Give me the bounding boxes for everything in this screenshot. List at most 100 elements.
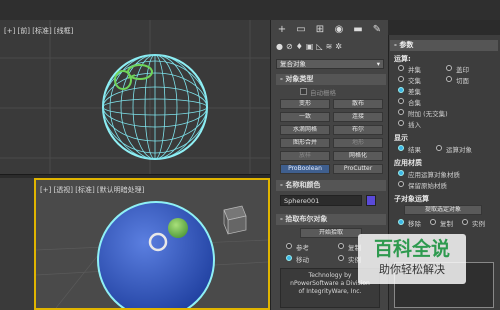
hierarchy-tab-icon[interactable]: ⊞ bbox=[314, 24, 326, 36]
light-icon[interactable]: ♦ bbox=[296, 42, 306, 51]
front-grid bbox=[0, 20, 270, 174]
front-viewport-label[interactable]: [+] [前] [标准] [线框] bbox=[4, 26, 73, 36]
create-tab-icon[interactable]: + bbox=[276, 24, 288, 36]
left-viewport[interactable] bbox=[0, 178, 34, 310]
shaded-sphere bbox=[97, 201, 215, 308]
green-sphere bbox=[168, 218, 188, 238]
union-radio[interactable] bbox=[398, 65, 404, 71]
merge-label: 合集 bbox=[408, 99, 421, 107]
watermark-subtitle: 助你轻松解决 bbox=[379, 263, 445, 276]
blobmesh-button[interactable]: 水滴网格 bbox=[280, 125, 330, 135]
copy-radio[interactable] bbox=[338, 243, 344, 249]
camera-icon[interactable]: ▣ bbox=[306, 42, 317, 51]
autogrid-label: 自动栅格 bbox=[310, 89, 336, 97]
category-dropdown-value: 复合对象 bbox=[280, 60, 306, 68]
conform-button[interactable]: 一致 bbox=[280, 112, 330, 122]
insert-label: 插入 bbox=[408, 121, 421, 129]
apply-operand-material-radio[interactable] bbox=[398, 170, 404, 176]
retain-material-radio[interactable] bbox=[398, 181, 404, 187]
credit-line-3: of IntegrityWare, Inc. bbox=[298, 288, 362, 295]
operands-label: 运算对象 bbox=[446, 146, 472, 154]
procutter-button[interactable]: ProCutter bbox=[333, 164, 383, 174]
instance-sub-radio[interactable] bbox=[462, 219, 468, 225]
chevron-down-icon: ▾ bbox=[376, 60, 380, 68]
attach-label: 附加 (无交集) bbox=[408, 110, 448, 118]
category-dropdown[interactable]: 复合对象 ▾ bbox=[276, 59, 384, 69]
display-label: 显示 bbox=[394, 134, 408, 142]
reference-radio[interactable] bbox=[286, 243, 292, 249]
modify-tab-icon[interactable]: ▭ bbox=[295, 24, 307, 36]
copy-sub-label: 复制 bbox=[440, 220, 453, 228]
utilities-tab-icon[interactable]: ✎ bbox=[371, 24, 383, 36]
parameters-title: 参数 bbox=[399, 41, 414, 49]
merge-radio[interactable] bbox=[398, 98, 404, 104]
connect-button[interactable]: 连接 bbox=[333, 112, 383, 122]
operation-label: 运算: bbox=[394, 55, 411, 63]
display-tab-icon[interactable]: ▬ bbox=[352, 24, 364, 36]
apply-material-label: 应用材质 bbox=[394, 159, 422, 167]
terrain-button[interactable]: 地形 bbox=[333, 138, 383, 148]
object-name-field[interactable]: Sphere001 bbox=[280, 195, 362, 206]
shapes-icon[interactable]: ⊘ bbox=[286, 42, 296, 51]
apply-operand-material-label: 应用运算对象材质 bbox=[408, 171, 460, 179]
watermark-title: 百科全说 bbox=[373, 238, 450, 260]
helper-icon[interactable]: ◺ bbox=[316, 42, 325, 51]
subobject-label: 子对象运算 bbox=[394, 195, 429, 203]
retain-material-label: 保留原始材质 bbox=[408, 182, 447, 190]
union-label: 并集 bbox=[408, 66, 421, 74]
subtraction-radio[interactable] bbox=[398, 87, 404, 93]
copy-sub-radio[interactable] bbox=[430, 219, 436, 225]
object-type-rollout[interactable]: - 对象类型 bbox=[276, 74, 386, 85]
mesher-button[interactable]: 网格化 bbox=[333, 151, 383, 161]
subtraction-label: 差集 bbox=[408, 88, 421, 96]
imprint-radio[interactable] bbox=[446, 65, 452, 71]
spacewarp-icon[interactable]: ≋ bbox=[326, 42, 336, 51]
wireframe-sphere bbox=[102, 54, 208, 160]
imprint-label: 盖印 bbox=[456, 66, 469, 74]
top-strip bbox=[0, 0, 500, 20]
scatter-button[interactable]: 散布 bbox=[333, 99, 383, 109]
perspective-viewport-label[interactable]: [+] [透视] [标准] [默认明暗处理] bbox=[40, 185, 144, 195]
proboolean-button[interactable]: ProBoolean bbox=[280, 164, 330, 174]
object-type-title: 对象类型 bbox=[285, 75, 314, 83]
perspective-viewport[interactable]: [+] [透视] [标准] [默认明暗处理] bbox=[34, 178, 270, 310]
box-object bbox=[223, 205, 247, 235]
pick-boolean-rollout[interactable]: - 拾取布尔对象 bbox=[276, 214, 386, 225]
remove-label: 移除 bbox=[408, 220, 421, 228]
name-color-title: 名称和颜色 bbox=[285, 181, 321, 189]
motion-tab-icon[interactable]: ◉ bbox=[333, 24, 345, 36]
cut-face-radio[interactable] bbox=[446, 76, 452, 82]
object-name-value: Sphere001 bbox=[284, 197, 320, 205]
autogrid-checkbox[interactable] bbox=[300, 88, 307, 95]
remove-radio[interactable] bbox=[398, 219, 404, 225]
instance-sub-label: 实例 bbox=[472, 220, 485, 228]
pick-boolean-title: 拾取布尔对象 bbox=[285, 215, 328, 223]
loft-button[interactable]: 放样 bbox=[280, 151, 330, 161]
name-color-rollout[interactable]: - 名称和颜色 bbox=[276, 180, 386, 191]
sphere-icon[interactable]: ● bbox=[276, 42, 286, 51]
object-color-swatch[interactable] bbox=[366, 195, 376, 206]
perspective-scene bbox=[36, 201, 268, 308]
cut-face-label: 切面 bbox=[456, 77, 469, 85]
reference-label: 参考 bbox=[296, 244, 309, 252]
move-radio[interactable] bbox=[286, 255, 292, 261]
intersection-label: 交集 bbox=[408, 77, 421, 85]
start-picking-button[interactable]: 开始拾取 bbox=[300, 228, 362, 238]
result-label: 结果 bbox=[408, 146, 421, 154]
parameters-header[interactable]: - 参数 bbox=[390, 40, 498, 51]
result-radio[interactable] bbox=[398, 145, 404, 151]
attach-radio[interactable] bbox=[398, 109, 404, 115]
systems-icon[interactable]: ✲ bbox=[335, 42, 345, 51]
front-viewport[interactable]: [+] [前] [标准] [线框] bbox=[0, 20, 270, 175]
watermark: 百科全说 助你轻松解决 bbox=[358, 234, 466, 284]
shapemerge-button[interactable]: 图形合并 bbox=[280, 138, 330, 148]
operands-radio[interactable] bbox=[436, 145, 442, 151]
intersection-radio[interactable] bbox=[398, 76, 404, 82]
morph-button[interactable]: 变形 bbox=[280, 99, 330, 109]
move-label: 移动 bbox=[296, 256, 309, 264]
extract-selected-button[interactable]: 提取选定对象 bbox=[404, 205, 482, 215]
boolean-button[interactable]: 布尔 bbox=[333, 125, 383, 135]
geometry-type-icons[interactable]: ●⊘♦▣◺≋✲ bbox=[276, 42, 384, 54]
insert-radio[interactable] bbox=[398, 120, 404, 126]
instance-radio[interactable] bbox=[338, 255, 344, 261]
